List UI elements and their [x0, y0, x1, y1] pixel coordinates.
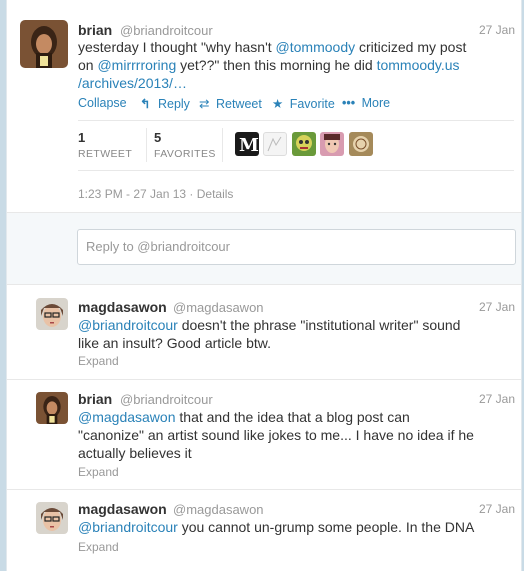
reply-label: Reply — [157, 97, 190, 111]
retweet-action[interactable]: ⇄ Retweet — [199, 96, 262, 111]
tweet-text-part: criticized my post — [355, 39, 467, 55]
favorites-count[interactable]: 5 — [154, 130, 161, 145]
tweet-link-continued[interactable]: /archives/2013/… — [78, 75, 187, 91]
favorites-count-label[interactable]: FAVORITES — [154, 148, 216, 160]
stats-divider-top — [78, 120, 514, 121]
author-name[interactable]: brian — [78, 22, 112, 38]
tweet-text: yesterday I thought "why hasn't @tommood… — [78, 38, 508, 92]
favoriter-avatar[interactable]: M — [235, 132, 259, 156]
tweet-date[interactable]: 27 Jan — [479, 23, 515, 37]
author-name[interactable]: magdasawon — [78, 299, 167, 315]
svg-text:M: M — [239, 135, 259, 156]
favoriter-avatar[interactable] — [292, 132, 316, 156]
author-name[interactable]: magdasawon — [78, 501, 167, 517]
avatar-magdasawon[interactable] — [36, 502, 68, 534]
retweet-icon: ⇄ — [199, 97, 210, 111]
avatar-brian[interactable] — [36, 392, 68, 424]
stats-separator — [146, 128, 147, 162]
mention-tommoody[interactable]: @tommoody — [276, 39, 356, 55]
retweet-count[interactable]: 1 — [78, 130, 85, 145]
avatar-magdasawon[interactable] — [36, 298, 68, 330]
expand-link[interactable]: Expand — [78, 354, 119, 368]
favoriter-avatar[interactable] — [349, 132, 373, 156]
star-icon: ★ — [272, 97, 284, 111]
tweet-text-part: on — [78, 57, 98, 73]
retweet-count-label[interactable]: RETWEET — [78, 148, 132, 160]
author-name[interactable]: brian — [78, 391, 112, 407]
mention[interactable]: @briandroitcour — [78, 317, 178, 333]
author-handle[interactable]: @magdasawon — [173, 300, 264, 315]
reply-action[interactable]: ↰ Reply — [140, 96, 190, 111]
tweet-actions: Collapse ↰ Reply ⇄ Retweet ★ Favorite ••… — [78, 96, 508, 112]
stats-separator — [222, 128, 223, 162]
more-action[interactable]: ••• More — [342, 96, 390, 110]
stats-divider-bottom — [78, 170, 514, 171]
favoriter-avatar[interactable] — [320, 132, 344, 156]
author-handle[interactable]: @briandroitcour — [120, 392, 213, 407]
favoriter-avatar[interactable] — [263, 132, 287, 156]
tweet-date[interactable]: 27 Jan — [479, 502, 515, 516]
conversation-card: brian @briandroitcour 27 Jan yesterday I… — [6, 0, 522, 571]
tweet-text-part: doesn't the phrase "institutional writer… — [177, 317, 461, 333]
tweet-text-part: yet??" then this morning he did — [176, 57, 377, 73]
mention[interactable]: @magdasawon — [78, 409, 176, 425]
favorite-action[interactable]: ★ Favorite — [272, 96, 335, 111]
tweet-text-part: actually believes it — [78, 445, 192, 461]
expand-link[interactable]: Expand — [78, 540, 119, 554]
tweet-date[interactable]: 27 Jan — [479, 300, 515, 314]
tweet-text: @briandroitcour doesn't the phrase "inst… — [78, 316, 508, 352]
favorite-label: Favorite — [289, 97, 335, 111]
author-handle[interactable]: @magdasawon — [173, 502, 264, 517]
reply-input[interactable]: Reply to @briandroitcour — [77, 229, 516, 265]
tweet-link[interactable]: tommoody.us — [377, 57, 460, 73]
reply-tweet[interactable]: magdasawon @magdasawon 27 Jan @briandroi… — [7, 284, 521, 379]
expand-link[interactable]: Expand — [78, 465, 119, 479]
reply-tweet[interactable]: brian @briandroitcour 27 Jan @magdasawon… — [7, 380, 521, 489]
ellipsis-icon: ••• — [342, 96, 356, 110]
more-label: More — [361, 96, 391, 110]
reply-tweet[interactable]: magdasawon @magdasawon 27 Jan @briandroi… — [7, 490, 521, 571]
tweet-text: @briandroitcour you cannot un-grump some… — [78, 518, 508, 536]
tweet-text-part: "canonize" an artist sound like jokes to… — [78, 427, 474, 443]
avatar-brian[interactable] — [20, 20, 68, 68]
tweet-timestamp[interactable]: 1:23 PM - 27 Jan 13 · Details — [78, 187, 233, 201]
reply-placeholder: Reply to @briandroitcour — [86, 239, 230, 254]
tweet-text-part: that and the idea that a blog post can — [175, 409, 410, 425]
tweet-text-part: you cannot un-grump some people. In the … — [177, 519, 475, 535]
reply-arrow-icon: ↰ — [140, 97, 151, 111]
mention-mirrrroring[interactable]: @mirrrroring — [97, 57, 176, 73]
tweet-text-part: yesterday I thought "why hasn't — [78, 39, 276, 55]
tweet-text-part: like an insult? Good article btw. — [78, 335, 271, 351]
author-handle[interactable]: @briandroitcour — [120, 23, 213, 38]
collapse-link[interactable]: Collapse — [78, 96, 127, 110]
retweet-label: Retweet — [215, 97, 262, 111]
tweet-text: @magdasawon that and the idea that a blo… — [78, 408, 508, 462]
mention[interactable]: @briandroitcour — [78, 519, 178, 535]
tweet-date[interactable]: 27 Jan — [479, 392, 515, 406]
